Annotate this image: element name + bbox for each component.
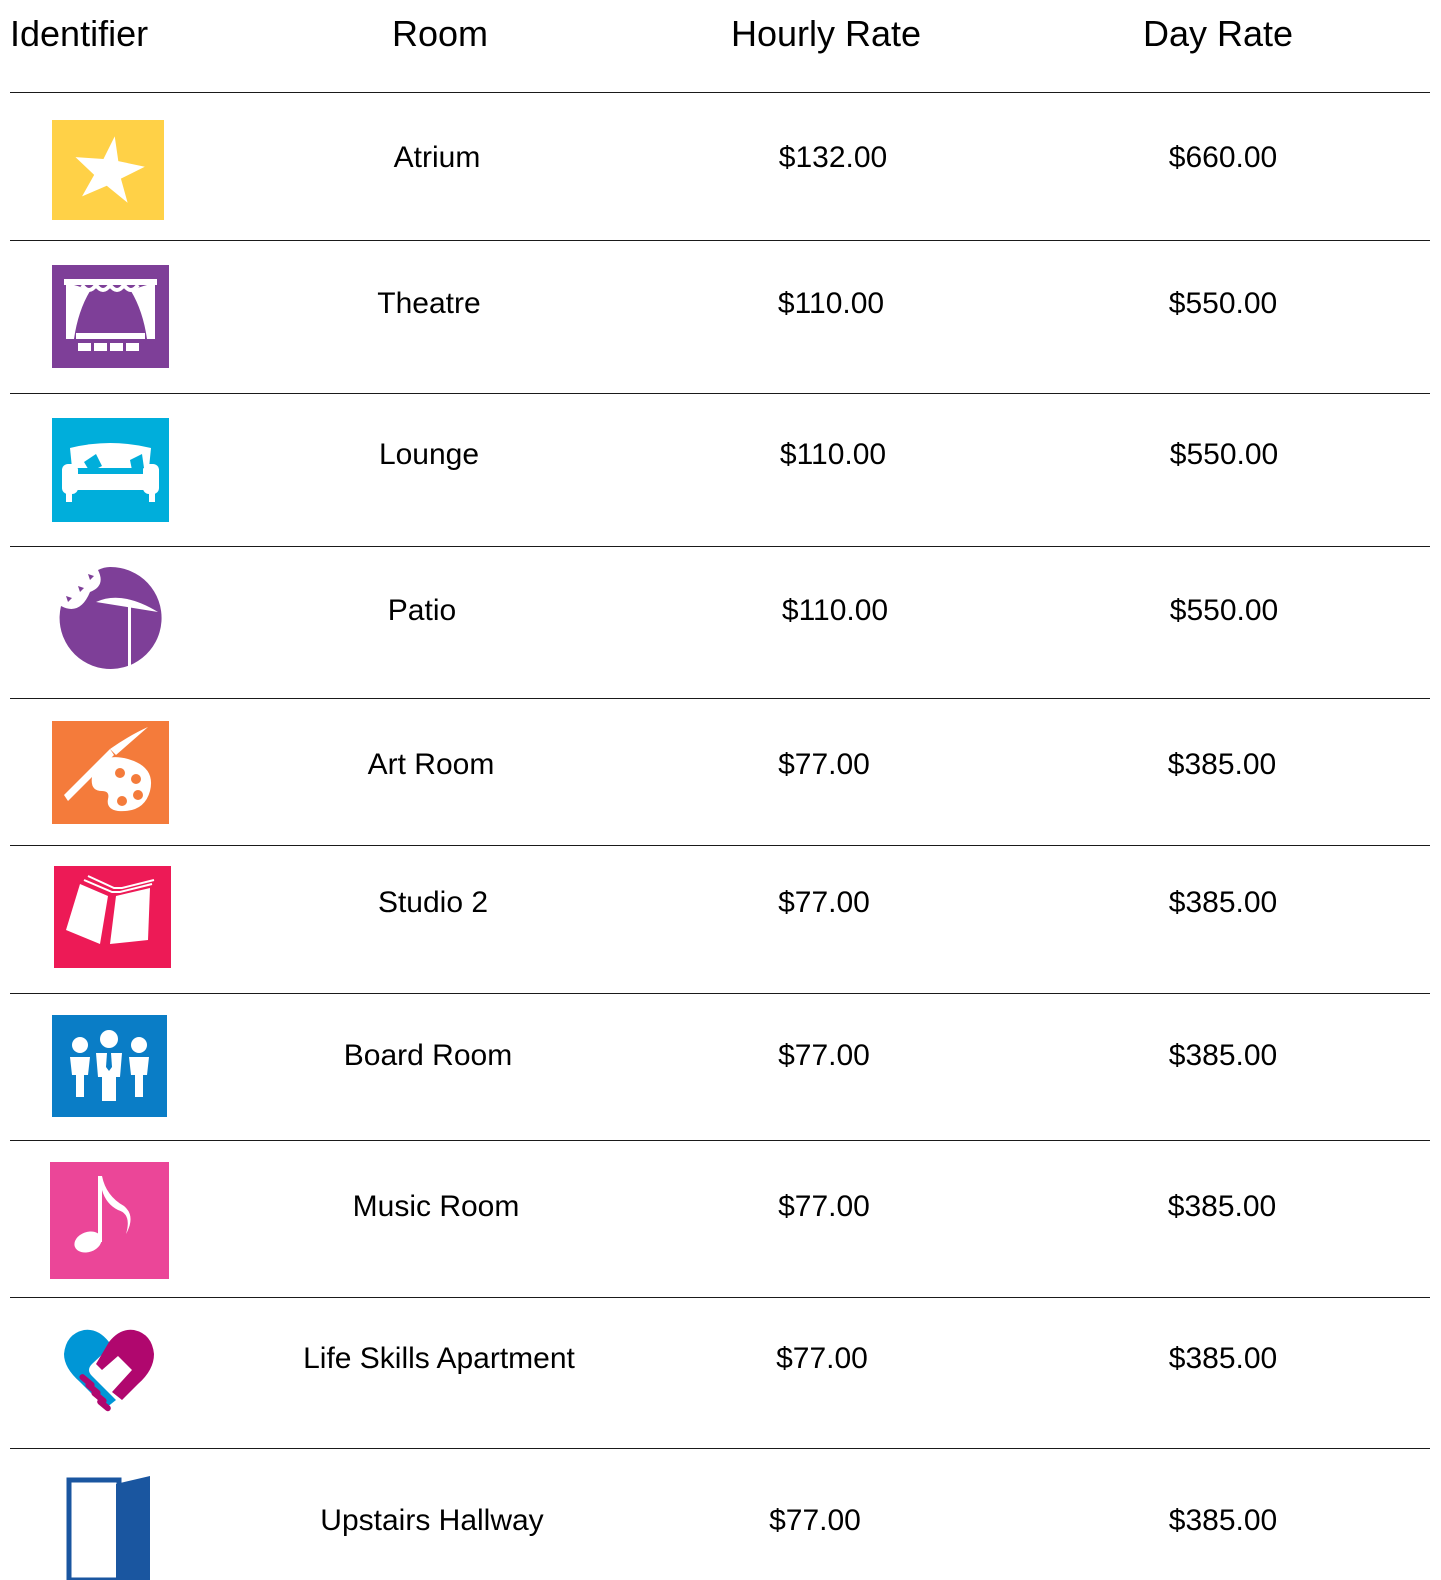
divider xyxy=(10,1297,1430,1298)
hourly-rate: $77.00 xyxy=(778,748,870,781)
patio-umbrella-icon xyxy=(58,566,164,670)
room-name: Music Room xyxy=(352,1190,520,1223)
divider xyxy=(10,1448,1430,1449)
hourly-rate: $110.00 xyxy=(781,594,889,627)
hourly-rate: $77.00 xyxy=(769,1504,861,1537)
column-header-identifier: Identifier xyxy=(10,13,149,54)
room-name: Patio xyxy=(387,594,457,627)
theatre-stage-icon xyxy=(52,265,169,368)
room-name: Life Skills Apartment xyxy=(303,1342,575,1375)
divider xyxy=(10,1140,1430,1141)
day-rate: $385.00 xyxy=(1168,886,1278,919)
day-rate: $385.00 xyxy=(1167,1190,1277,1223)
room-name: Art Room xyxy=(367,748,495,781)
room-name: Studio 2 xyxy=(377,886,489,919)
group-people-icon xyxy=(52,1015,167,1117)
day-rate: $550.00 xyxy=(1169,438,1279,471)
column-header-room: Room xyxy=(391,13,489,54)
hourly-rate: $132.00 xyxy=(778,141,888,174)
day-rate: $550.00 xyxy=(1169,594,1279,627)
room-name: Upstairs Hallway xyxy=(320,1504,544,1537)
day-rate: $385.00 xyxy=(1168,1039,1278,1072)
handshake-heart-icon xyxy=(62,1326,156,1418)
music-note-icon xyxy=(50,1162,169,1279)
room-name: Theatre xyxy=(377,287,481,320)
day-rate: $385.00 xyxy=(1167,748,1277,781)
open-door-icon xyxy=(66,1474,154,1580)
day-rate: $385.00 xyxy=(1168,1342,1278,1375)
column-header-day-rate: Day Rate xyxy=(1142,13,1294,54)
table-header: Identifier Room Hourly Rate Day Rate xyxy=(0,0,1441,92)
column-header-hourly-rate: Hourly Rate xyxy=(730,13,922,54)
divider xyxy=(10,698,1430,699)
divider xyxy=(10,845,1430,846)
hourly-rate: $77.00 xyxy=(778,1039,870,1072)
divider xyxy=(10,993,1430,994)
room-name: Board Room xyxy=(343,1039,513,1072)
day-rate: $660.00 xyxy=(1168,141,1278,174)
divider xyxy=(10,546,1430,547)
divider xyxy=(10,240,1430,241)
room-name: Atrium xyxy=(393,141,481,174)
star-icon xyxy=(52,120,164,220)
day-rate: $385.00 xyxy=(1168,1504,1278,1537)
day-rate: $550.00 xyxy=(1168,287,1278,320)
sofa-icon xyxy=(52,418,169,522)
hourly-rate: $77.00 xyxy=(776,1342,868,1375)
divider xyxy=(10,393,1430,394)
hourly-rate: $77.00 xyxy=(778,886,870,919)
hourly-rate: $110.00 xyxy=(779,438,887,471)
hourly-rate: $77.00 xyxy=(778,1190,870,1223)
room-name: Lounge xyxy=(378,438,480,471)
hourly-rate: $110.00 xyxy=(777,287,885,320)
divider xyxy=(10,92,1430,93)
paint-palette-icon xyxy=(52,721,169,824)
open-book-icon xyxy=(54,866,171,968)
